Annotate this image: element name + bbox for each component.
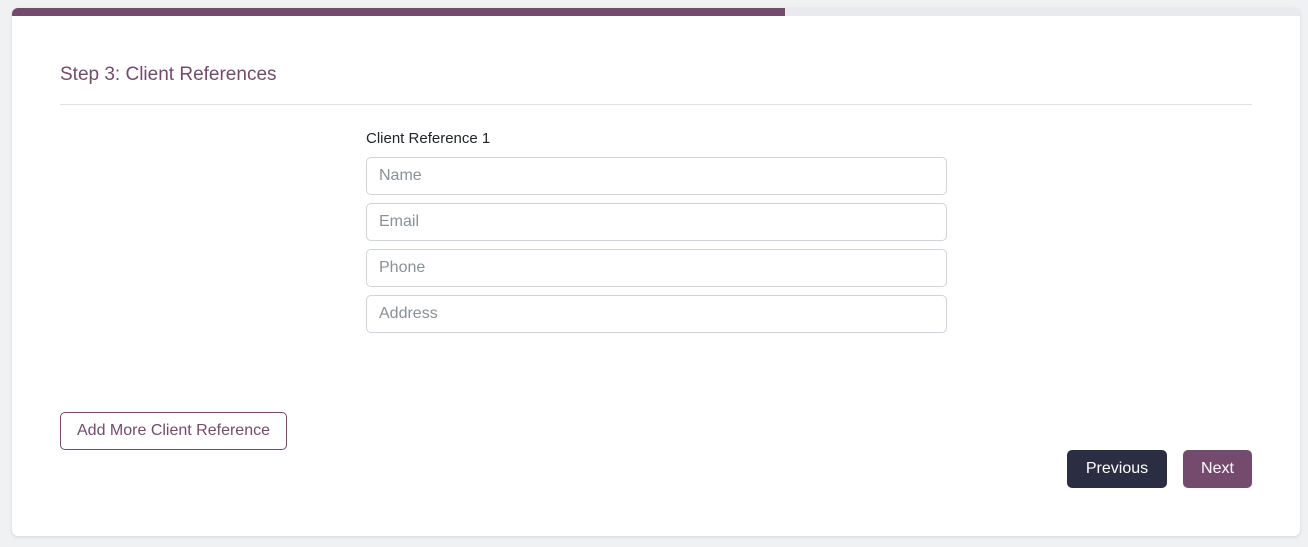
phone-input[interactable] — [366, 249, 947, 287]
email-input[interactable] — [366, 203, 947, 241]
client-reference-label: Client Reference 1 — [366, 130, 491, 147]
client-reference-group: Client Reference 1 — [366, 129, 947, 341]
progress-bar — [12, 8, 1300, 16]
next-button[interactable]: Next — [1183, 450, 1252, 488]
section-divider — [60, 104, 1252, 105]
address-input[interactable] — [366, 295, 947, 333]
progress-bar-fill — [12, 8, 785, 16]
previous-button[interactable]: Previous — [1067, 450, 1167, 488]
form-card: Step 3: Client References Client Referen… — [12, 8, 1300, 536]
add-more-client-reference-button[interactable]: Add More Client Reference — [60, 412, 287, 450]
name-input[interactable] — [366, 157, 947, 195]
step-title: Step 3: Client References — [60, 64, 277, 85]
